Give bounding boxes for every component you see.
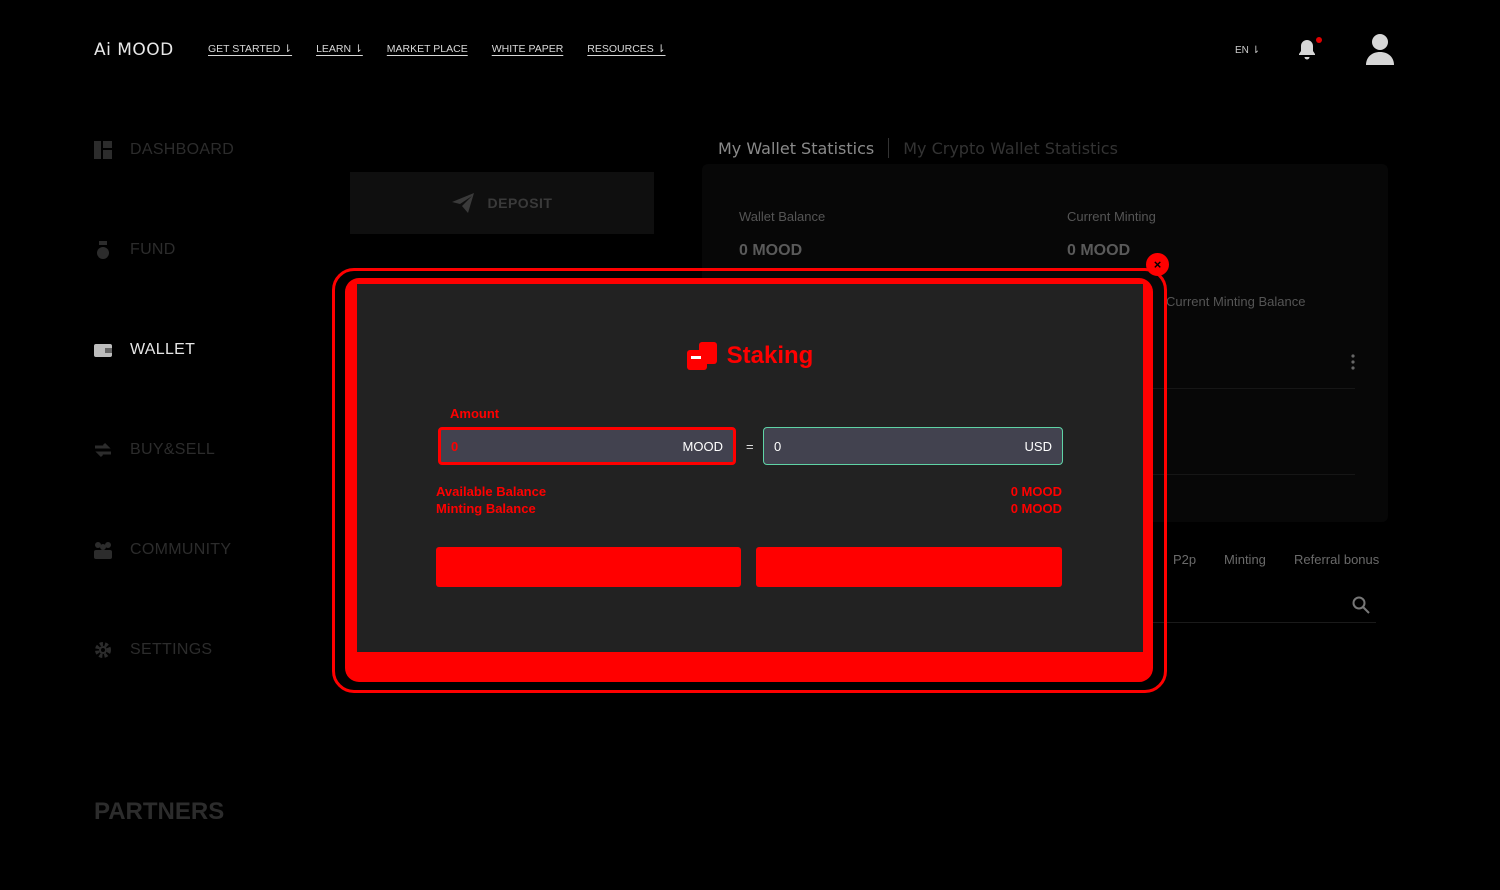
modal-close-button[interactable]: × [1146,253,1169,276]
mood-amount-input[interactable]: 0 MOOD [438,427,736,465]
modal-title: Staking [357,342,1143,370]
language-selector[interactable]: EN ⇂ [1235,45,1260,56]
filter-tab-referral-bonus[interactable]: Referral bonus [1294,552,1379,567]
tab-my-crypto-wallet-statistics[interactable]: My Crypto Wallet Statistics [903,139,1118,158]
sidebar-label: FUND [130,241,176,258]
paper-plane-icon [451,193,474,213]
sidebar-label: WALLET [130,341,196,358]
usd-unit: USD [1024,438,1052,454]
amount-label: Amount [450,406,500,421]
nav-learn[interactable]: LEARN ⇂ [316,43,363,55]
sidebar-item-settings[interactable]: SETTINGS [94,641,212,659]
equals-sign: = [746,439,754,454]
current-minting-balance-label: Current Minting Balance [1166,294,1306,309]
notification-dot [1316,37,1322,43]
minting-balance-label: Minting Balance [436,501,536,516]
dashboard-icon [94,141,112,159]
search-icon[interactable] [1352,596,1370,614]
modal-title-text: Staking [726,342,814,369]
avatar-icon[interactable] [1364,32,1396,66]
wallet-icon [94,344,112,357]
usd-amount-value: 0 [774,438,782,454]
available-balance-value: 0 MOOD [1010,484,1062,499]
tab-separator [888,138,890,158]
sidebar-label: DASHBOARD [130,141,235,158]
top-nav: GET STARTED ⇂ LEARN ⇂ MARKET PLACE WHITE… [208,43,666,55]
exchange-icon [95,442,111,458]
people-icon [94,542,112,559]
money-bag-icon [97,241,109,259]
more-options-icon[interactable] [1350,354,1356,370]
sidebar-label: COMMUNITY [130,541,232,558]
mood-amount-value: 0 [451,438,459,454]
page: Ai MOOD GET STARTED ⇂ LEARN ⇂ MARKET PLA… [0,0,1500,890]
bell-icon[interactable] [1295,38,1319,62]
current-minting-label: Current Minting [1067,209,1156,224]
filter-tab-p2p[interactable]: P2p [1173,552,1196,567]
available-balance-row: Available Balance 0 MOOD [436,484,1062,499]
divider [1143,474,1355,475]
cancel-button[interactable] [436,547,741,587]
search-input[interactable] [1140,622,1376,623]
sidebar-item-buy-sell[interactable]: BUY&SELL [94,441,215,459]
confirm-button[interactable] [756,547,1062,587]
sidebar-item-wallet[interactable]: WALLET [94,341,195,359]
nav-market-place[interactable]: MARKET PLACE [387,43,468,55]
nav-white-paper[interactable]: WHITE PAPER [492,43,564,55]
partners-heading: PARTNERS [94,798,225,825]
nav-get-started[interactable]: GET STARTED ⇂ [208,43,292,55]
usd-amount-input[interactable]: 0 USD [763,427,1063,465]
minting-balance-value: 0 MOOD [1010,501,1062,516]
sidebar-label: SETTINGS [130,641,213,658]
minting-balance-row: Minting Balance 0 MOOD [436,501,1062,516]
wallet-balance-value: 0 MOOD [739,242,803,259]
sidebar-label: BUY&SELL [130,441,216,458]
sidebar-item-fund[interactable]: FUND [94,241,176,259]
divider [1143,388,1355,389]
deposit-button[interactable]: DEPOSIT [350,172,654,234]
logo[interactable]: Ai MOOD [94,40,174,60]
nav-resources[interactable]: RESOURCES ⇂ [587,43,665,55]
coin-stack-icon [686,342,717,370]
deposit-label: DEPOSIT [487,195,553,211]
filter-tab-minting[interactable]: Minting [1224,552,1266,567]
current-minting-value: 0 MOOD [1067,242,1131,259]
sidebar-item-dashboard[interactable]: DASHBOARD [94,141,234,159]
tab-my-wallet-statistics[interactable]: My Wallet Statistics [718,139,874,158]
available-balance-label: Available Balance [436,484,547,499]
stats-tabs: My Wallet Statistics My Crypto Wallet St… [718,138,1118,158]
sidebar-item-community[interactable]: COMMUNITY [94,541,231,559]
mood-unit: MOOD [682,438,723,454]
gear-icon [95,642,111,658]
staking-modal: Staking Amount 0 MOOD = 0 USD Available … [357,284,1143,652]
wallet-balance-label: Wallet Balance [739,209,826,224]
